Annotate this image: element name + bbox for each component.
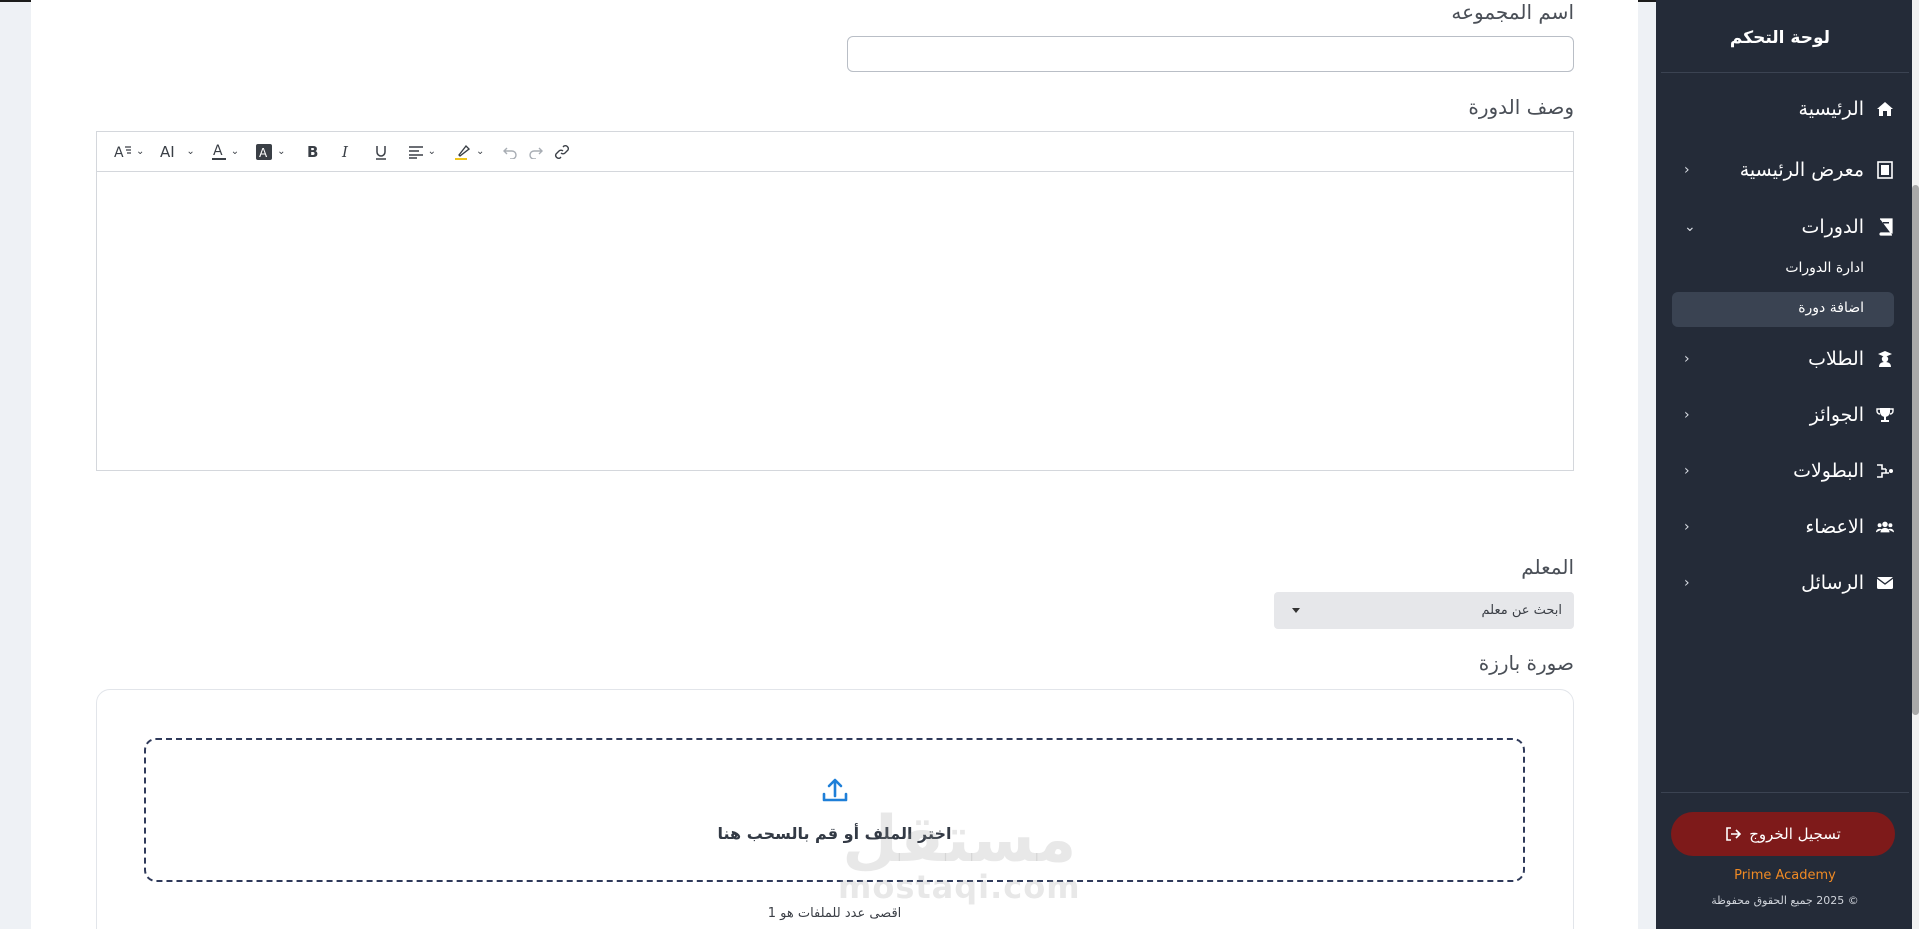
max-files-note: اقصى عدد للملفات هو 1 — [767, 906, 902, 921]
italic-button[interactable]: I — [335, 137, 359, 167]
svg-text:A: A — [213, 143, 223, 159]
copyright-text: © 2025 جميع الحقوق محفوظة — [1711, 894, 1859, 907]
tournament-icon — [1876, 462, 1894, 480]
sidebar-item-members[interactable]: الاعضاء ‹ — [1656, 507, 1914, 547]
sign-out-icon — [1726, 827, 1742, 841]
book-icon — [1876, 218, 1894, 236]
svg-text:AI: AI — [160, 144, 175, 160]
chevron-down-icon: ⌄ — [186, 146, 195, 157]
sidebar-item-home[interactable]: الرئيسية — [1656, 89, 1914, 129]
font-size-icon: A — [114, 145, 131, 160]
dropzone-text: اختر الملف أو قم بالسحب هنا — [717, 824, 952, 843]
featured-image-label: صورة بارزة — [1478, 651, 1574, 675]
text-case-button[interactable]: AI ⌄ — [155, 137, 199, 167]
sidebar-divider — [1661, 792, 1909, 793]
sidebar-item-label: الجوائز — [1809, 404, 1864, 426]
rich-text-editor: A ⌄ AI ⌄ A ⌄ A ⌄ B I ⌄ ⌄ — [96, 131, 1574, 471]
background-color-button[interactable]: A ⌄ — [250, 137, 290, 167]
sidebar-item-awards[interactable]: الجوائز ‹ — [1656, 395, 1914, 435]
trophy-icon — [1876, 406, 1894, 424]
footer-brand[interactable]: Prime Academy — [1656, 868, 1914, 883]
sidebar-item-label: الدورات — [1801, 216, 1864, 238]
align-button[interactable]: ⌄ — [403, 137, 441, 167]
sidebar-title: لوحة التحكم — [1729, 28, 1830, 48]
sidebar-subitem-manage-courses[interactable]: ادارة الدورات — [1785, 260, 1864, 276]
editor-content-area[interactable] — [97, 172, 1573, 470]
graduate-icon — [1876, 350, 1894, 368]
chevron-down-icon: ⌄ — [475, 146, 485, 157]
underline-button[interactable] — [369, 137, 393, 167]
bold-button[interactable]: B — [301, 137, 325, 167]
upload-icon — [822, 778, 847, 802]
highlighter-icon — [454, 144, 471, 160]
svg-text:A: A — [114, 145, 124, 160]
link-icon — [555, 144, 570, 159]
sidebar-item-label: البطولات — [1793, 460, 1864, 482]
home-icon — [1876, 100, 1894, 118]
text-case-icon: AI — [160, 144, 175, 160]
background-color-icon: A — [256, 143, 273, 160]
underline-icon — [375, 145, 386, 160]
align-left-icon — [408, 145, 423, 159]
chevron-down-icon: ⌄ — [230, 146, 240, 157]
main-content: اسم المجموعه وصف الدورة A ⌄ AI ⌄ A ⌄ A ⌄… — [31, 0, 1638, 929]
teacher-select-placeholder: ابحث عن معلم — [1481, 603, 1563, 618]
undo-icon — [503, 147, 518, 159]
chevron-left-icon: ‹ — [1684, 575, 1690, 591]
course-description-label: وصف الدورة — [1468, 95, 1574, 119]
envelope-icon — [1876, 574, 1894, 592]
highlight-button[interactable]: ⌄ — [449, 137, 489, 167]
chevron-left-icon: ‹ — [1684, 162, 1690, 178]
undo-button[interactable] — [497, 137, 523, 167]
editor-toolbar: A ⌄ AI ⌄ A ⌄ A ⌄ B I ⌄ ⌄ — [97, 132, 1573, 172]
sidebar-item-tournaments[interactable]: البطولات ‹ — [1656, 451, 1914, 491]
logout-button[interactable]: تسجيل الخروج — [1671, 812, 1895, 856]
chevron-left-icon: ‹ — [1684, 351, 1690, 367]
chevron-down-icon: ⌄ — [136, 146, 145, 157]
sidebar: لوحة التحكم الرئيسية معرض الرئيسية ‹ الد… — [1656, 0, 1914, 929]
italic-icon: I — [341, 144, 349, 160]
link-button[interactable] — [549, 137, 575, 167]
font-size-button[interactable]: A ⌄ — [109, 137, 149, 167]
sidebar-divider — [1661, 72, 1909, 73]
sidebar-item-label: الطلاب — [1808, 348, 1864, 370]
text-color-icon: A — [211, 143, 226, 160]
chevron-down-icon: ⌄ — [277, 146, 286, 157]
teacher-label: المعلم — [1521, 555, 1574, 579]
group-name-input[interactable] — [847, 36, 1574, 72]
caret-down-icon — [1292, 608, 1300, 613]
sidebar-item-label: الرئيسية — [1798, 98, 1864, 120]
chevron-left-icon: ‹ — [1684, 463, 1690, 479]
gallery-icon — [1876, 161, 1894, 179]
sidebar-item-students[interactable]: الطلاب ‹ — [1656, 339, 1914, 379]
sidebar-item-label: معرض الرئيسية — [1739, 159, 1864, 181]
svg-text:B: B — [307, 144, 318, 160]
logout-label: تسجيل الخروج — [1749, 825, 1841, 843]
sidebar-item-home-gallery[interactable]: معرض الرئيسية ‹ — [1656, 150, 1914, 190]
redo-button[interactable] — [523, 137, 549, 167]
text-color-button[interactable]: A ⌄ — [206, 137, 244, 167]
redo-icon — [529, 147, 544, 159]
svg-text:I: I — [341, 144, 349, 160]
chevron-down-icon: ⌄ — [1684, 219, 1696, 235]
chevron-left-icon: ‹ — [1684, 519, 1690, 535]
sidebar-item-label: الاعضاء — [1805, 516, 1864, 538]
users-icon — [1876, 518, 1894, 536]
sidebar-item-courses[interactable]: الدورات ⌄ — [1656, 207, 1914, 247]
sidebar-item-label: الرسائل — [1801, 572, 1864, 594]
scrollbar-thumb[interactable] — [1912, 185, 1919, 715]
chevron-down-icon: ⌄ — [427, 146, 436, 157]
teacher-select[interactable]: ابحث عن معلم — [1274, 592, 1574, 629]
sidebar-item-messages[interactable]: الرسائل ‹ — [1656, 563, 1914, 603]
bold-icon: B — [307, 144, 318, 160]
group-name-label: اسم المجموعه — [1451, 0, 1574, 24]
file-dropzone[interactable]: اختر الملف أو قم بالسحب هنا — [144, 738, 1525, 882]
sidebar-subitem-add-course[interactable]: اضافة دورة — [1798, 300, 1864, 316]
svg-text:A: A — [259, 146, 268, 160]
chevron-left-icon: ‹ — [1684, 407, 1690, 423]
